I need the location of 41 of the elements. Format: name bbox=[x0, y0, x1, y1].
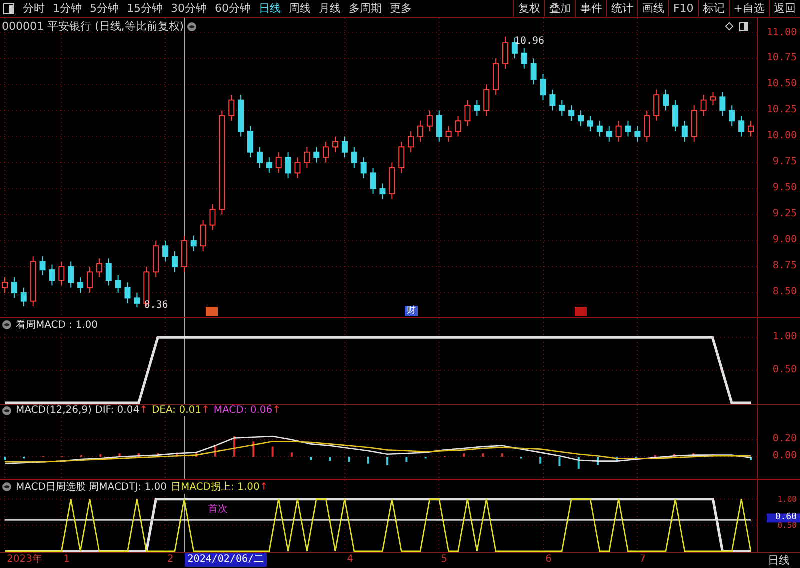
price-axis-label: 8.50 bbox=[772, 286, 797, 298]
time-axis-label: 4 bbox=[347, 553, 354, 567]
indicator-value: 看周MACD : 1.00 bbox=[16, 318, 98, 332]
price-axis-label: 9.00 bbox=[772, 234, 797, 246]
indicator-value: MACD: 0.06 bbox=[214, 405, 273, 416]
axis-label: 0.50 bbox=[778, 522, 797, 530]
time-axis-label: 6 bbox=[546, 553, 552, 567]
indicator-value: MACD(12,26,9) DIF: 0.04 bbox=[16, 405, 140, 416]
time-axis-label: 7 bbox=[640, 553, 646, 567]
axis-label: 0.20 bbox=[772, 434, 797, 445]
indicator-value: DEA: 0.01 bbox=[152, 405, 202, 416]
price-axis-label: 10.25 bbox=[766, 104, 797, 116]
price-axis-label: 9.50 bbox=[772, 182, 797, 194]
time-axis-label: 2023年 bbox=[7, 553, 42, 567]
price-axis-label: 9.25 bbox=[772, 208, 797, 220]
time-axis-label: 1 bbox=[64, 553, 70, 567]
up-arrow: ↑ bbox=[201, 405, 210, 416]
price-axis-label: 10.75 bbox=[766, 52, 797, 64]
price-axis-label: 10.00 bbox=[766, 130, 797, 142]
time-axis-label: 2 bbox=[167, 553, 174, 567]
axis-label: 0.00 bbox=[772, 450, 797, 462]
price-axis-label: 9.75 bbox=[772, 156, 797, 168]
axis-label: 1.00 bbox=[772, 332, 797, 343]
price-axis-label: 8.75 bbox=[772, 260, 797, 272]
axis-label: 0.50 bbox=[772, 364, 797, 376]
axis-label: 1.00 bbox=[778, 496, 797, 504]
up-arrow: ↑ bbox=[260, 482, 268, 492]
low-price-label: 8.36 bbox=[144, 300, 168, 311]
time-axis-label: 5 bbox=[441, 553, 448, 567]
period-label: 日线 bbox=[767, 553, 791, 568]
up-arrow: ↑ bbox=[140, 405, 148, 416]
value-badge: 0.60 bbox=[767, 513, 800, 522]
indicator-value: MACD日周选股 周MACDTJ: 1.00 bbox=[16, 480, 168, 494]
signal-note: 首次 bbox=[208, 502, 228, 516]
price-axis-label: 10.50 bbox=[766, 78, 797, 90]
indicator-value: 日MACD拐上: 1.00 bbox=[171, 480, 260, 494]
price-axis-label: 11.00 bbox=[766, 27, 797, 38]
stock-title: 000001 平安银行 (日线,等比前复权) bbox=[2, 19, 184, 34]
high-price-label: 10.96 bbox=[514, 36, 545, 47]
cursor-date: 2024/02/06/二 bbox=[184, 553, 268, 567]
up-arrow: ↑ bbox=[272, 405, 282, 416]
